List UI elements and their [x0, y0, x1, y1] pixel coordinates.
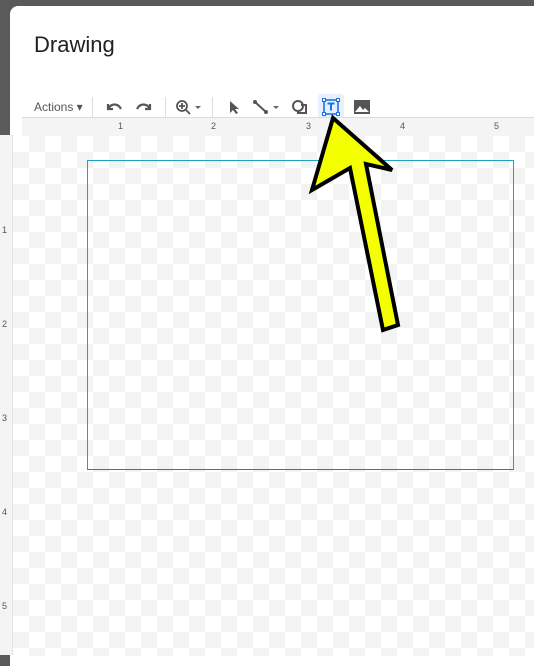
annotation-arrow-icon — [308, 114, 401, 333]
